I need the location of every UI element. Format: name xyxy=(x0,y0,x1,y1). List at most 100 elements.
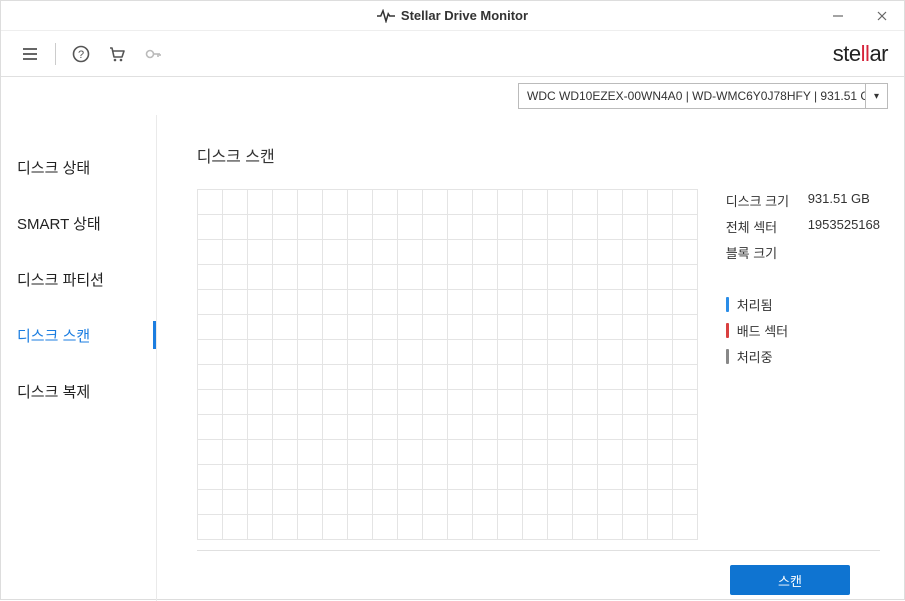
scan-cell xyxy=(223,315,248,340)
scan-cell xyxy=(423,265,448,290)
scan-cell xyxy=(548,215,573,240)
scan-cell xyxy=(573,465,598,490)
scan-cell xyxy=(398,365,423,390)
minimize-button[interactable] xyxy=(816,1,860,31)
scan-cell xyxy=(298,415,323,440)
drive-selector[interactable]: WDC WD10EZEX-00WN4A0 | WD-WMC6Y0J78HFY |… xyxy=(518,83,888,109)
scan-cell xyxy=(548,290,573,315)
scan-cell xyxy=(648,440,673,465)
scan-cell xyxy=(423,290,448,315)
scan-cell xyxy=(248,465,273,490)
chevron-down-icon[interactable]: ▾ xyxy=(865,84,887,108)
scan-cell xyxy=(298,240,323,265)
scan-cell xyxy=(573,490,598,515)
scan-cell xyxy=(398,465,423,490)
scan-cell xyxy=(548,415,573,440)
scan-cell xyxy=(198,265,223,290)
scan-cell xyxy=(673,265,698,290)
scan-cell xyxy=(673,390,698,415)
menu-button[interactable] xyxy=(13,37,47,71)
logo-text-mid: ll xyxy=(861,41,870,66)
scan-cell xyxy=(573,515,598,540)
scan-cell xyxy=(548,515,573,540)
sidebar-item-disk-partition[interactable]: 디스크 파티션 xyxy=(1,251,156,307)
scan-cell xyxy=(198,390,223,415)
footer: 스캔 xyxy=(197,550,880,595)
scan-cell xyxy=(448,515,473,540)
legend-label: 처리됨 xyxy=(737,295,773,314)
scan-cell xyxy=(323,190,348,215)
drive-selector-row: WDC WD10EZEX-00WN4A0 | WD-WMC6Y0J78HFY |… xyxy=(1,77,904,115)
scan-cell xyxy=(273,265,298,290)
scan-cell xyxy=(398,390,423,415)
scan-cell xyxy=(648,415,673,440)
scan-cell xyxy=(598,490,623,515)
scan-cell xyxy=(523,240,548,265)
scan-cell xyxy=(198,365,223,390)
sidebar-item-disk-scan[interactable]: 디스크 스캔 xyxy=(1,307,156,363)
scan-cell xyxy=(323,490,348,515)
scan-cell xyxy=(423,340,448,365)
scan-cell xyxy=(273,440,298,465)
scan-cell xyxy=(448,440,473,465)
scan-cell xyxy=(673,290,698,315)
scan-cell xyxy=(473,340,498,365)
scan-cell xyxy=(323,240,348,265)
scan-cell xyxy=(573,290,598,315)
scan-cell xyxy=(373,290,398,315)
scan-cell xyxy=(548,365,573,390)
scan-cell xyxy=(348,315,373,340)
scan-cell xyxy=(448,340,473,365)
sidebar-item-smart-status[interactable]: SMART 상태 xyxy=(1,195,156,251)
scan-cell xyxy=(548,240,573,265)
scan-cell xyxy=(623,315,648,340)
cart-button[interactable] xyxy=(100,37,134,71)
scan-cell xyxy=(448,240,473,265)
sidebar-item-disk-clone[interactable]: 디스크 복제 xyxy=(1,363,156,419)
sidebar-item-disk-status[interactable]: 디스크 상태 xyxy=(1,139,156,195)
scan-button[interactable]: 스캔 xyxy=(730,565,850,595)
scan-cell xyxy=(323,365,348,390)
scan-cell xyxy=(248,240,273,265)
scan-cell xyxy=(298,215,323,240)
scan-cell xyxy=(348,290,373,315)
key-button[interactable] xyxy=(136,37,170,71)
scan-cell xyxy=(473,240,498,265)
scan-cell xyxy=(673,315,698,340)
legend-label: 배드 섹터 xyxy=(737,321,788,340)
scan-cell xyxy=(248,515,273,540)
scan-cell xyxy=(598,465,623,490)
scan-cell xyxy=(498,415,523,440)
scan-body: 디스크 크기 931.51 GB 전체 섹터 1953525168 블록 크기 … xyxy=(197,189,880,540)
scan-cell xyxy=(473,190,498,215)
scan-cell xyxy=(198,340,223,365)
scan-cell xyxy=(323,515,348,540)
scan-cell xyxy=(523,265,548,290)
toolbar: ? stellar xyxy=(1,31,904,77)
scan-cell xyxy=(298,190,323,215)
scan-cell xyxy=(423,315,448,340)
sidebar-item-label: 디스크 파티션 xyxy=(17,269,104,290)
close-button[interactable] xyxy=(860,1,904,31)
scan-cell xyxy=(648,490,673,515)
scan-cell xyxy=(348,490,373,515)
scan-cell xyxy=(248,315,273,340)
scan-cell xyxy=(448,290,473,315)
scan-cell xyxy=(223,240,248,265)
scan-cell xyxy=(598,215,623,240)
help-button[interactable]: ? xyxy=(64,37,98,71)
scan-cell xyxy=(448,365,473,390)
scan-cell xyxy=(223,340,248,365)
window-controls xyxy=(816,1,904,30)
main-panel: 디스크 스캔 디스크 크기 931.51 GB 전체 섹터 1953525168… xyxy=(157,115,904,601)
scan-cell xyxy=(373,490,398,515)
scan-cell xyxy=(673,440,698,465)
scan-cell xyxy=(423,365,448,390)
scan-cell xyxy=(573,440,598,465)
scan-cell xyxy=(648,215,673,240)
scan-cell xyxy=(648,315,673,340)
scan-cell xyxy=(648,290,673,315)
scan-cell xyxy=(298,265,323,290)
body: 디스크 상태 SMART 상태 디스크 파티션 디스크 스캔 디스크 복제 디스… xyxy=(1,115,904,601)
scan-cell xyxy=(248,215,273,240)
